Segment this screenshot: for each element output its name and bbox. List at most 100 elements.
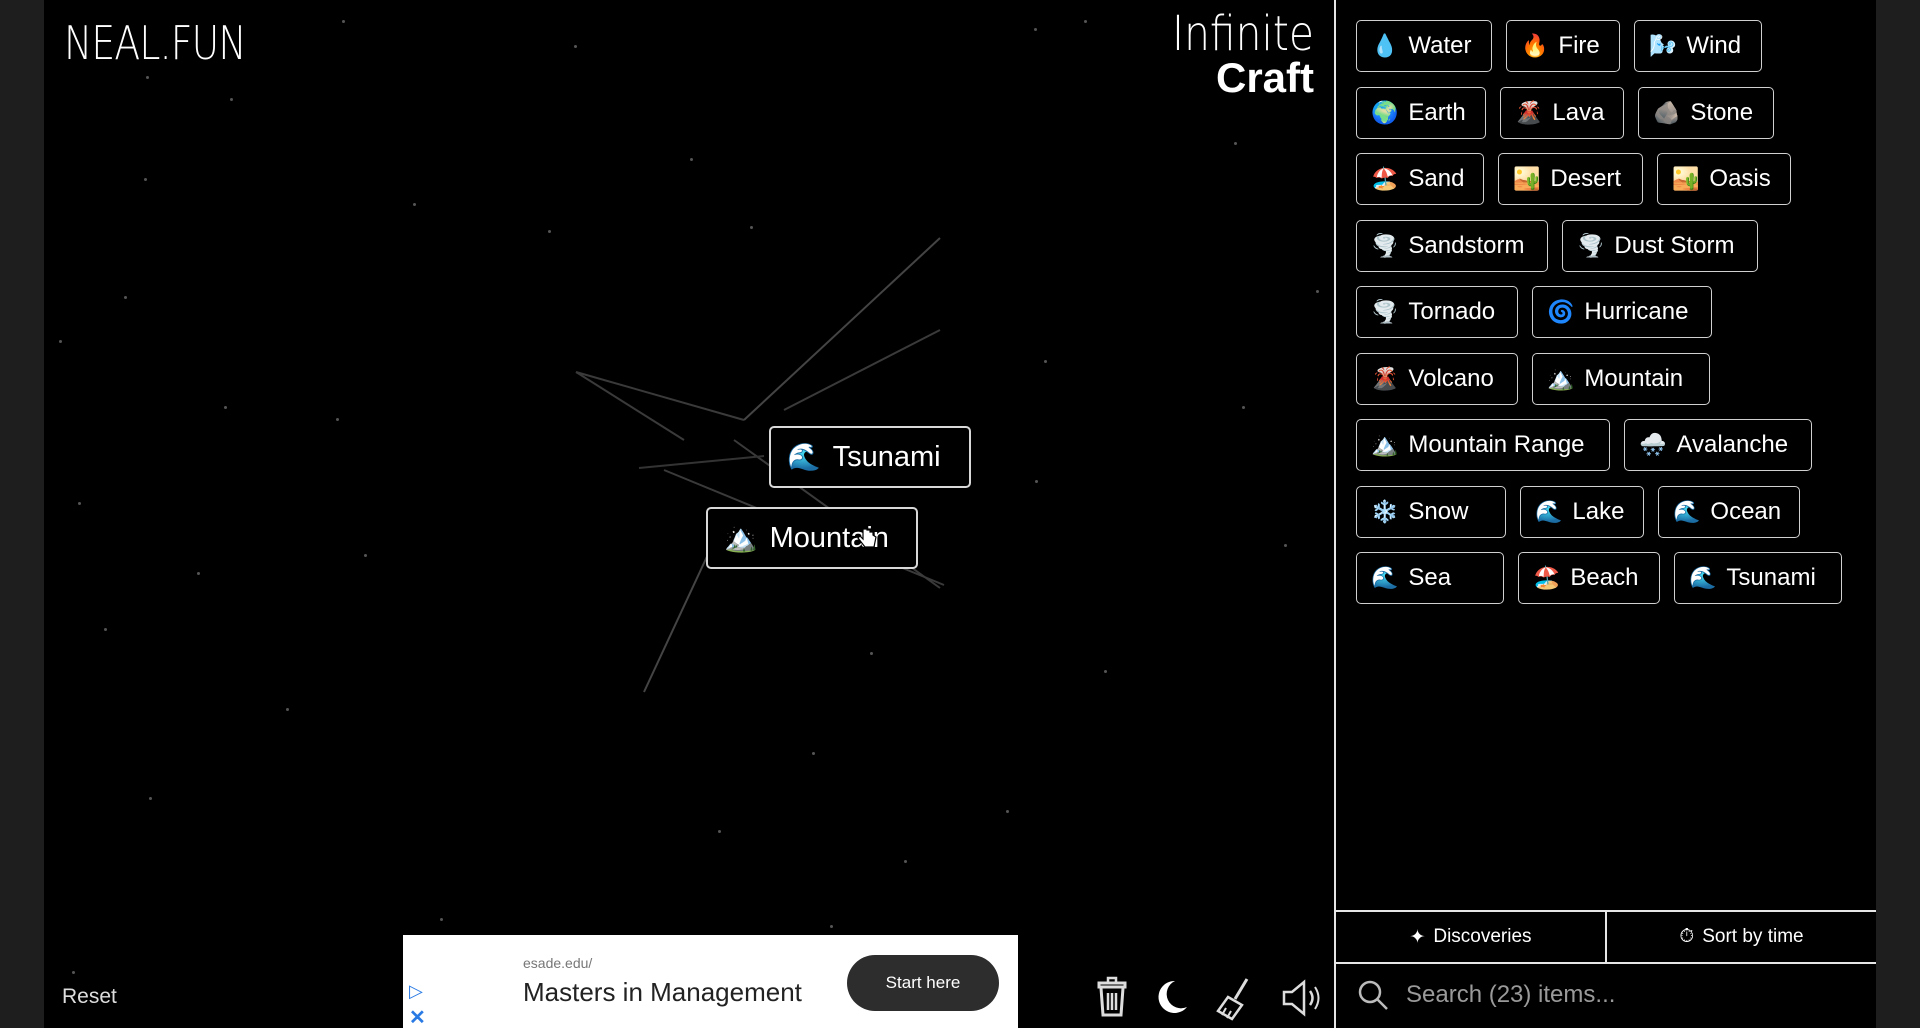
item-label: Sand bbox=[1408, 165, 1465, 192]
item-label: Water bbox=[1408, 32, 1472, 59]
sidebar-item-desert[interactable]: 🏜️ Desert bbox=[1498, 153, 1643, 205]
star bbox=[144, 178, 147, 181]
search-input[interactable] bbox=[1404, 980, 1848, 1010]
speaker-icon[interactable] bbox=[1280, 975, 1322, 1021]
star bbox=[750, 226, 753, 229]
trash-icon[interactable] bbox=[1091, 975, 1133, 1021]
hand-cursor-icon bbox=[857, 525, 877, 548]
star bbox=[78, 502, 81, 505]
item-emoji-icon: 🏖️ bbox=[1371, 166, 1399, 191]
sidebar-item-sand[interactable]: 🏖️ Sand bbox=[1356, 153, 1484, 205]
sidebar-item-snow[interactable]: ❄️ Snow bbox=[1356, 485, 1506, 538]
sidebar-item-tsunami[interactable]: 🌊 Tsunami bbox=[1674, 552, 1842, 604]
item-emoji-icon: 🏔️ bbox=[1371, 432, 1399, 457]
search-icon bbox=[1358, 980, 1388, 1010]
sidebar-item-mountain[interactable]: 🏔️ Mountain bbox=[1532, 352, 1710, 405]
item-emoji-icon: 🌪️ bbox=[1577, 232, 1605, 258]
sidebar-item-water[interactable]: 💧 Water bbox=[1356, 20, 1492, 72]
star bbox=[59, 340, 62, 343]
sort-by-time-button[interactable]: ⏱ Sort by time bbox=[1607, 912, 1876, 962]
item-label: Ocean bbox=[1710, 497, 1782, 525]
discoveries-label: Discoveries bbox=[1433, 926, 1532, 947]
moon-icon[interactable] bbox=[1151, 975, 1193, 1021]
item-label: Earth bbox=[1408, 98, 1466, 126]
item-emoji-icon: 🌊 bbox=[1371, 565, 1399, 590]
wave-icon: 🌊 bbox=[787, 442, 821, 472]
item-label: Fire bbox=[1558, 32, 1600, 59]
item-label: Lava bbox=[1552, 98, 1605, 126]
item-emoji-icon: 💧 bbox=[1371, 33, 1399, 58]
frame-left bbox=[0, 0, 44, 1028]
sidebar-item-sea[interactable]: 🌊 Sea bbox=[1356, 552, 1504, 604]
star bbox=[230, 98, 233, 101]
canvas-chip-mountain[interactable]: 🏔️ Mountain bbox=[706, 507, 918, 569]
sparkle-icon: ✦ bbox=[1409, 926, 1426, 948]
sidebar-item-volcano[interactable]: 🌋 Volcano bbox=[1356, 352, 1518, 405]
item-emoji-icon: 🌊 bbox=[1673, 498, 1701, 524]
sidebar-item-beach[interactable]: 🏖️ Beach bbox=[1518, 552, 1660, 604]
item-label: Tornado bbox=[1408, 298, 1496, 325]
item-label: Volcano bbox=[1408, 364, 1494, 392]
star bbox=[574, 45, 577, 48]
sidebar-item-earth[interactable]: 🌍 Earth bbox=[1356, 86, 1486, 139]
sidebar-item-avalanche[interactable]: 🌨️ Avalanche bbox=[1624, 419, 1812, 471]
sidebar-item-lava[interactable]: 🌋 Lava bbox=[1500, 86, 1624, 139]
broom-icon[interactable] bbox=[1214, 975, 1256, 1021]
star bbox=[1034, 28, 1037, 31]
item-label: Wind bbox=[1686, 32, 1742, 59]
star bbox=[1084, 20, 1087, 23]
ad-start-here-button[interactable]: Start here bbox=[847, 955, 999, 1011]
star bbox=[1035, 480, 1038, 483]
item-label: Sea bbox=[1408, 564, 1452, 591]
item-label: Dust Storm bbox=[1614, 231, 1735, 259]
star bbox=[830, 925, 833, 928]
star bbox=[1284, 544, 1287, 547]
star bbox=[440, 918, 443, 921]
discoveries-button[interactable]: ✦ Discoveries bbox=[1336, 912, 1605, 962]
chip-label: Tsunami bbox=[832, 440, 941, 473]
star bbox=[718, 830, 721, 833]
ad-close-icon[interactable]: ✕ bbox=[409, 1005, 426, 1028]
item-label: Tsunami bbox=[1726, 564, 1816, 591]
sidebar-item-ocean[interactable]: 🌊 Ocean bbox=[1658, 485, 1800, 538]
sidebar-item-tornado[interactable]: 🌪️ Tornado bbox=[1356, 286, 1518, 338]
ad-banner[interactable]: ▷ ✕ esade.edu/ Masters in Management Sta… bbox=[403, 935, 1018, 1028]
canvas-chip-tsunami[interactable]: 🌊 Tsunami bbox=[769, 426, 971, 488]
star bbox=[124, 296, 127, 299]
sidebar-item-lake[interactable]: 🌊 Lake bbox=[1520, 485, 1644, 538]
search-bar bbox=[1336, 962, 1876, 1028]
sidebar-item-sandstorm[interactable]: 🌪️ Sandstorm bbox=[1356, 219, 1548, 272]
star bbox=[904, 860, 907, 863]
logo-infinite: Infinite bbox=[1172, 6, 1314, 62]
sidebar-item-oasis[interactable]: 🏜️ Oasis bbox=[1657, 153, 1791, 205]
item-label: Beach bbox=[1570, 564, 1639, 591]
sidebar-item-mountain-range[interactable]: 🏔️ Mountain Range bbox=[1356, 419, 1610, 471]
star bbox=[286, 708, 289, 711]
sidebar-item-stone[interactable]: 🪨 Stone bbox=[1638, 86, 1774, 139]
reset-button[interactable]: Reset bbox=[62, 985, 117, 1009]
item-emoji-icon: 🏜️ bbox=[1672, 166, 1700, 191]
ad-title[interactable]: Masters in Management bbox=[523, 977, 802, 1008]
item-label: Hurricane bbox=[1584, 298, 1689, 325]
item-emoji-icon: 🌊 bbox=[1689, 565, 1717, 590]
item-emoji-icon: 🌨️ bbox=[1639, 432, 1667, 457]
item-emoji-icon: 🏖️ bbox=[1533, 565, 1561, 590]
sidebar-item-hurricane[interactable]: 🌀 Hurricane bbox=[1532, 286, 1712, 338]
star bbox=[413, 203, 416, 206]
item-emoji-icon: 🌋 bbox=[1371, 365, 1399, 391]
sidebar-item-dust-storm[interactable]: 🌪️ Dust Storm bbox=[1562, 219, 1758, 272]
neal-fun-logo[interactable]: NEAL.FUN bbox=[64, 16, 247, 70]
item-emoji-icon: 🌍 bbox=[1371, 99, 1399, 125]
star bbox=[812, 752, 815, 755]
sidebar-item-fire[interactable]: 🔥 Fire bbox=[1506, 20, 1620, 72]
timer-icon: ⏱ bbox=[1679, 926, 1695, 947]
item-emoji-icon: 🌋 bbox=[1515, 99, 1543, 125]
logo-craft: Craft bbox=[1215, 54, 1314, 101]
ad-play-icon[interactable]: ▷ bbox=[409, 981, 423, 1002]
craft-canvas[interactable]: NEAL.FUN Infinite Craft 🌊 Tsunami 🏔️ Mou… bbox=[44, 0, 1334, 1028]
item-label: Stone bbox=[1690, 98, 1754, 126]
star bbox=[224, 406, 227, 409]
item-emoji-icon: 🏔️ bbox=[1547, 365, 1575, 391]
star bbox=[197, 572, 200, 575]
sidebar-item-wind[interactable]: 🌬️ Wind bbox=[1634, 20, 1762, 72]
